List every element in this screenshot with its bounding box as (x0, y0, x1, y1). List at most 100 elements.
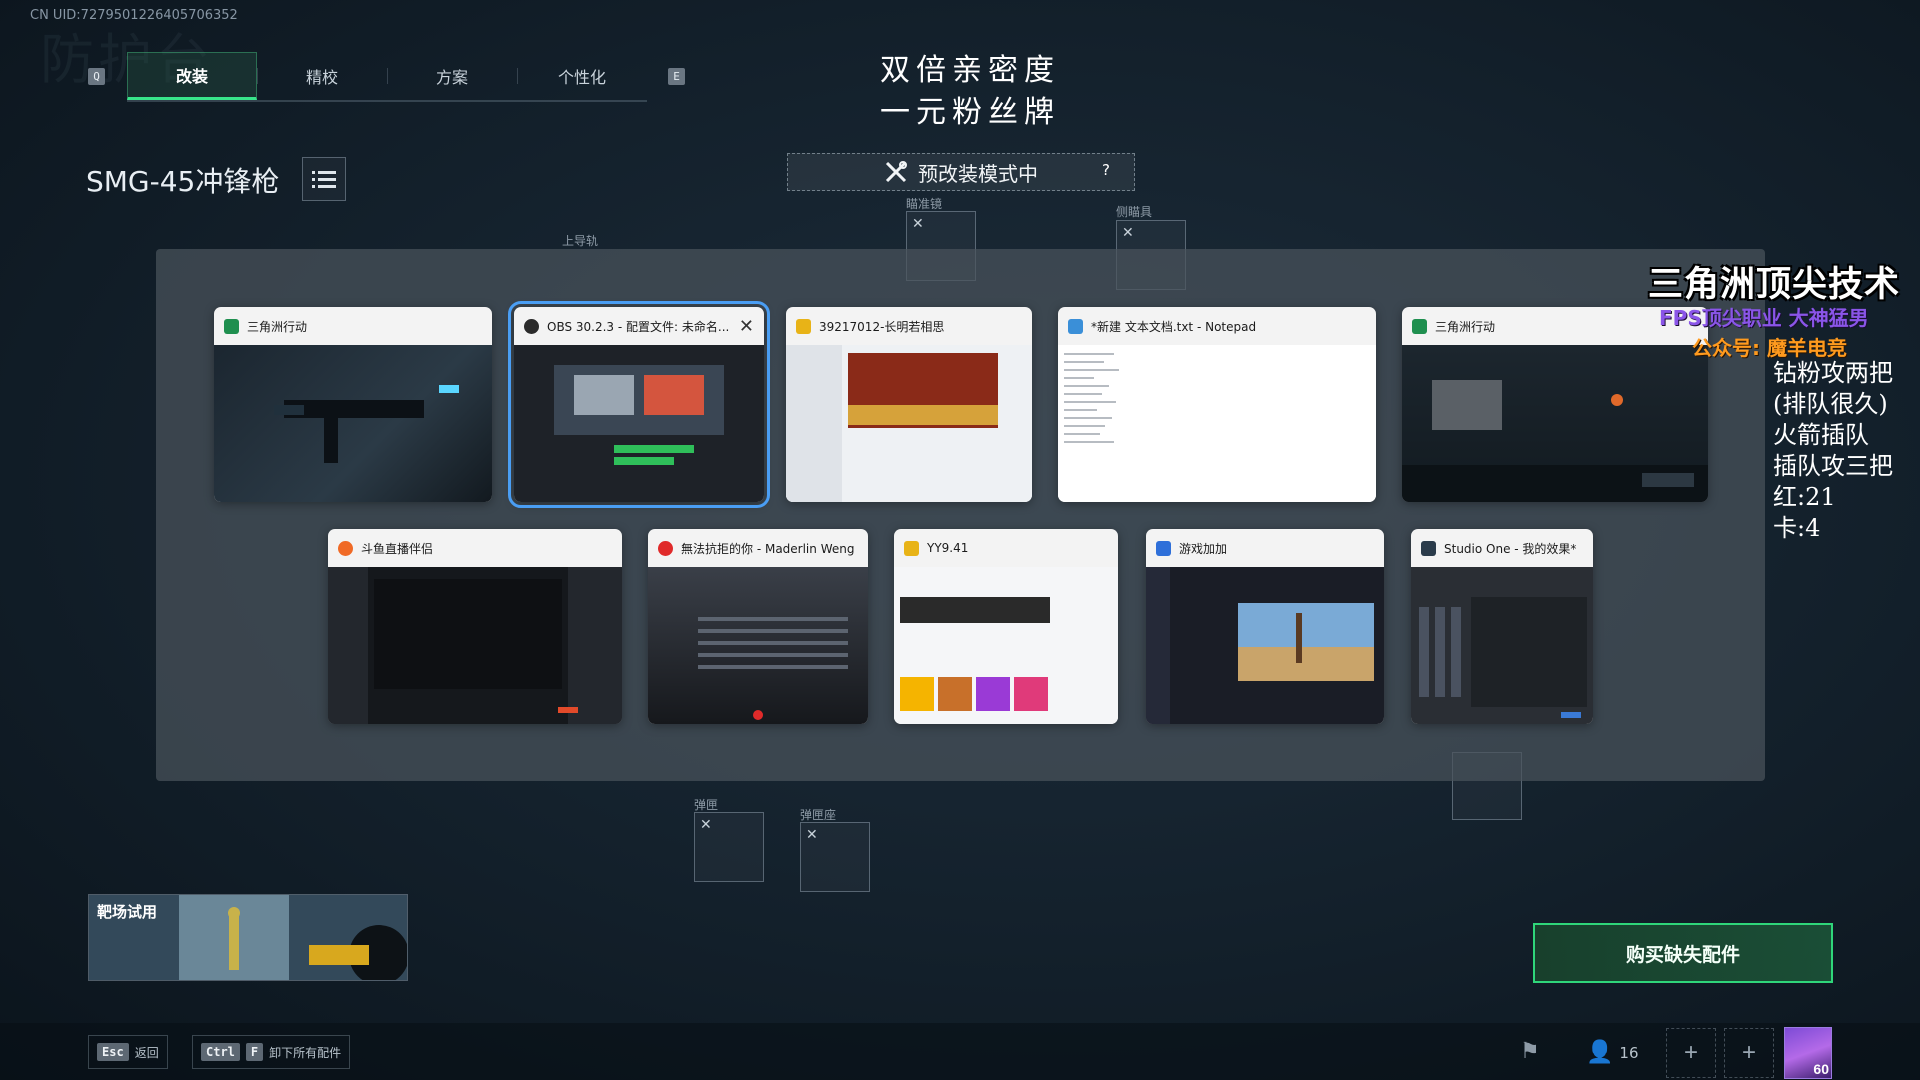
slot-label-top-rail: 上导轨 (562, 234, 599, 248)
game-plus-thumbnail-art (1146, 567, 1374, 724)
delta-force-icon (224, 318, 239, 334)
slot-label-mag-base: 弹匣座 (800, 808, 837, 822)
slot-label-scope: 瞄准镜 (906, 197, 943, 211)
yy-icon (904, 540, 919, 556)
unload-all-label: 卸下所有配件 (269, 1045, 342, 1060)
window-thumbnail (514, 345, 764, 502)
overlay-notes: 钻粉攻两把 (排队很久) 火箭插队 插队攻三把 红:21 卡:4 (1773, 359, 1893, 542)
slot-label-mag: 弹匣 (694, 798, 719, 812)
delta-force-icon (1412, 318, 1427, 334)
window-card-netease-music[interactable]: 無法抗拒的你 - Maderlin Weng (648, 529, 868, 724)
window-card-yy-room[interactable]: 39217012-长明若相思 (786, 307, 1032, 502)
buy-missing-parts-button[interactable]: 购买缺失配件 (1533, 923, 1833, 983)
window-title: 無法抗拒的你 - Maderlin Weng (681, 541, 855, 556)
esc-key: Esc (97, 1043, 129, 1061)
music-thumbnail-art (698, 617, 848, 720)
unload-all-hint[interactable]: Ctrl F 卸下所有配件 (192, 1035, 351, 1069)
promo-line-1: 双倍亲密度 (880, 53, 1060, 88)
notepad-thumbnail-art (1064, 353, 1119, 443)
yy-icon (796, 318, 811, 334)
window-thumbnail (894, 567, 1118, 724)
netease-music-icon (658, 540, 673, 556)
window-card-delta-force-1[interactable]: 三角洲行动 (214, 307, 492, 502)
weapon-name: SMG-45冲锋枪 (86, 165, 280, 198)
squad-count: 16 (1619, 1043, 1639, 1062)
window-title: OBS 30.2.3 - 配置文件: 未命名... (547, 319, 730, 334)
window-card-douyu[interactable]: 斗鱼直播伴侣 (328, 529, 622, 724)
people-icon: 👤 (1586, 1040, 1614, 1065)
slot-mag[interactable]: ✕ (694, 812, 764, 882)
add-teammate-button-2[interactable]: + (1724, 1028, 1774, 1078)
window-thumbnail (1411, 567, 1593, 724)
window-thumbnail (648, 567, 868, 724)
douyu-thumbnail-art (328, 567, 622, 724)
pre-mod-mode-banner: 预改装模式中 ? (787, 153, 1135, 191)
tab-modify[interactable]: 改装 (127, 52, 257, 100)
yy-home-thumbnail-art (900, 597, 1050, 711)
window-title: YY9.41 (927, 541, 969, 555)
plus-icon: + (1741, 1039, 1756, 1066)
window-card-studio-one[interactable]: Studio One - 我的效果* (1411, 529, 1593, 724)
close-icon[interactable]: ✕ (739, 316, 754, 337)
tab-plan[interactable]: 方案 (387, 52, 517, 100)
player-avatar[interactable]: 60 (1784, 1027, 1832, 1079)
window-thumbnail (786, 345, 1032, 502)
range-trial-label: 靶场试用 (97, 903, 158, 921)
esc-back-hint[interactable]: Esc 返回 (88, 1035, 168, 1069)
window-card-yy[interactable]: YY9.41 (894, 529, 1118, 724)
window-title: 三角洲行动 (1435, 319, 1496, 334)
plus-icon: + (1683, 1039, 1698, 1066)
flag-icon[interactable]: ⚑ (1520, 1038, 1540, 1064)
slot-mag-base[interactable]: ✕ (800, 822, 870, 892)
window-thumbnail (1402, 345, 1708, 502)
tab-prev-key: Q (88, 68, 105, 85)
stream-promo-text: 双倍亲密度 一元粉丝牌 (880, 50, 1060, 134)
tab-next-key: E (668, 68, 685, 85)
overlay-title: 三角洲顶尖技术 (1648, 265, 1901, 305)
tab-tune[interactable]: 精校 (257, 52, 387, 100)
f-key: F (245, 1043, 264, 1061)
list-icon (312, 171, 336, 188)
window-title: 39217012-长明若相思 (819, 319, 945, 334)
tab-personalize[interactable]: 个性化 (517, 52, 647, 100)
obs-icon (524, 318, 539, 334)
overlay-subtitle: FPS顶尖职业 大神猛男 (1659, 306, 1869, 330)
window-title: 三角洲行动 (247, 319, 308, 334)
window-title: 斗鱼直播伴侣 (361, 541, 434, 556)
window-thumbnail (328, 567, 622, 724)
window-thumbnail (214, 345, 492, 502)
task-switcher-panel: 三角洲行动 OBS 30.2.3 - 配置文件: 未命名... ✕ 392170… (156, 249, 1765, 781)
overlay-wechat: 公众号: 魔羊电竞 (1692, 336, 1847, 360)
window-card-notepad[interactable]: *新建 文本文档.txt - Notepad (1058, 307, 1376, 502)
wrench-cross-icon (885, 161, 907, 183)
slot-label-side: 侧瞄具 (1116, 205, 1153, 219)
wrench-icon: ✕ (1122, 224, 1134, 240)
notepad-icon (1068, 318, 1083, 334)
yy-thumbnail-art (786, 345, 998, 502)
window-title: Studio One - 我的效果* (1444, 541, 1577, 556)
player-level: 60 (1813, 1061, 1829, 1077)
squad-indicator[interactable]: 👤 16 (1586, 1040, 1639, 1065)
promo-line-2: 一元粉丝牌 (880, 95, 1060, 130)
add-teammate-button-1[interactable]: + (1666, 1028, 1716, 1078)
back-label: 返回 (134, 1045, 159, 1060)
window-thumbnail (1058, 345, 1376, 502)
douyu-icon (338, 540, 353, 556)
studio-one-icon (1421, 540, 1436, 556)
wrench-icon: ✕ (912, 215, 924, 231)
range-trial-preview[interactable]: 靶场试用 (88, 894, 408, 981)
game-lobby-thumbnail-art (1402, 380, 1708, 502)
mod-tabs: 改装 精校 方案 个性化 (127, 52, 647, 102)
help-icon[interactable]: ? (1096, 161, 1116, 181)
window-card-delta-force-2[interactable]: 三角洲行动 (1402, 307, 1708, 502)
obs-thumbnail-art (554, 365, 724, 465)
studio-one-thumbnail-art (1419, 597, 1587, 718)
mode-label: 预改装模式中 (918, 161, 1038, 186)
window-card-game-plus[interactable]: 游戏加加 (1146, 529, 1384, 724)
game-plus-icon (1156, 540, 1171, 556)
window-card-obs[interactable]: OBS 30.2.3 - 配置文件: 未命名... ✕ (508, 301, 770, 508)
window-thumbnail (1146, 567, 1384, 724)
weapon-list-button[interactable] (302, 157, 346, 201)
window-title: *新建 文本文档.txt - Notepad (1091, 319, 1257, 334)
wrench-icon: ✕ (700, 816, 712, 832)
